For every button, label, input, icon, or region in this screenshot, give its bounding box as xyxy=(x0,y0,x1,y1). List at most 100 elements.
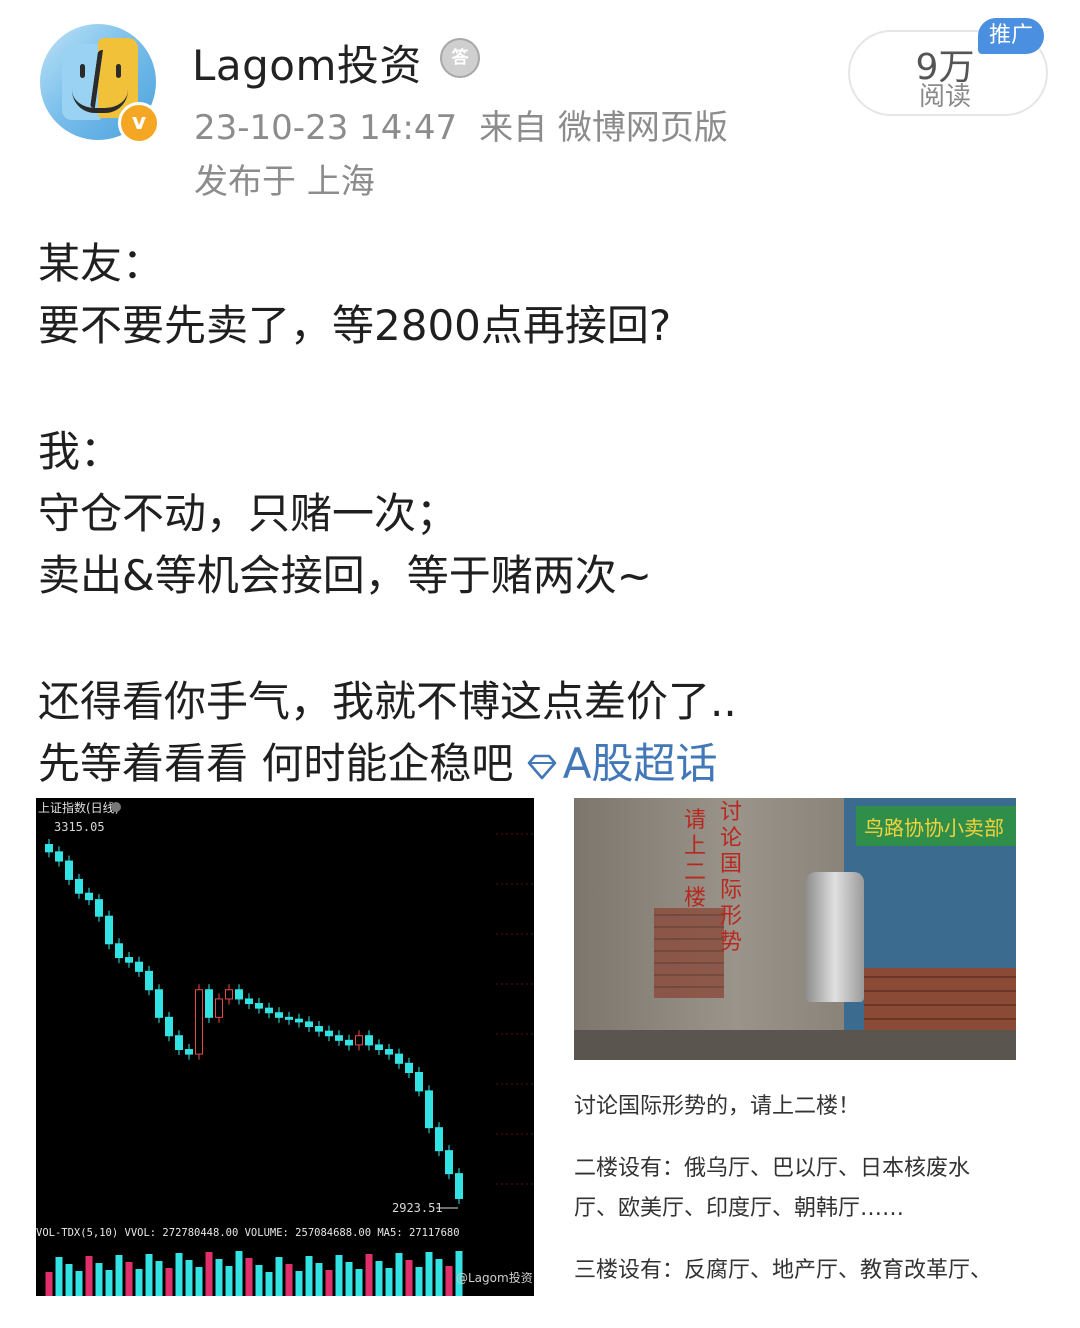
post-line: 还得看你手气，我就不博这点差价了.. xyxy=(38,677,737,726)
candle-body xyxy=(355,1035,363,1046)
photo-caption: 讨论国际形势的，请上二楼！ xyxy=(574,1094,861,1119)
reads-label: 阅读 xyxy=(918,82,971,112)
candle-body xyxy=(415,1072,423,1092)
candle-body xyxy=(165,1016,173,1037)
volume-bar xyxy=(365,1254,373,1296)
post-line: 某友： xyxy=(38,239,165,288)
candle-body xyxy=(75,878,83,894)
volume-bar xyxy=(445,1266,453,1296)
photo-vertical-text: 讨论国际形势 xyxy=(719,800,742,955)
medal-icon[interactable]: 答 xyxy=(440,38,480,78)
verified-badge-icon: v xyxy=(118,102,160,144)
post-meta: 23-10-23 14:47 来自 微博网页版 xyxy=(194,100,728,149)
candle-body xyxy=(285,1016,293,1020)
volume-bar xyxy=(45,1272,53,1296)
candle-body xyxy=(435,1127,443,1152)
super-topic-link[interactable]: A股超话 xyxy=(527,739,718,788)
volume-bar xyxy=(245,1258,253,1296)
candle-body xyxy=(305,1021,313,1028)
photo-shop-sign-text: 鸟路协协小卖部 xyxy=(864,816,1004,840)
volume-bar xyxy=(325,1270,333,1296)
volume-bar xyxy=(285,1264,293,1296)
volume-bar xyxy=(355,1269,363,1296)
volume-bar xyxy=(175,1253,183,1296)
candle-body xyxy=(455,1173,463,1199)
post-line: 我： xyxy=(38,427,123,476)
candle-body xyxy=(375,1044,383,1051)
photo-vertical-text: 请上二楼 xyxy=(683,808,706,911)
candle-body xyxy=(55,851,63,862)
volume-bar xyxy=(385,1268,393,1296)
volume-bar xyxy=(155,1261,163,1296)
candle-body xyxy=(395,1053,403,1064)
candle-body xyxy=(425,1090,433,1129)
volume-bar xyxy=(185,1260,193,1296)
volume-bar xyxy=(95,1263,103,1296)
volume-bar xyxy=(75,1271,83,1296)
candle-body xyxy=(335,1035,343,1041)
candle-body xyxy=(195,989,203,1055)
volume-bar xyxy=(315,1263,323,1296)
volume-bar xyxy=(375,1261,383,1296)
volume-bar xyxy=(395,1253,403,1296)
candle-body xyxy=(95,899,103,917)
volume-bar xyxy=(195,1267,203,1296)
volume-bar xyxy=(425,1252,433,1296)
candle-body xyxy=(155,989,163,1018)
post-line: 先等着看看 何时能企稳吧 xyxy=(38,739,514,788)
super-topic-label: A股超话 xyxy=(562,739,718,788)
candle-body xyxy=(385,1049,393,1055)
post-line: 卖出&等机会接回，等于赌两次~ xyxy=(38,551,652,600)
candle-body xyxy=(265,1007,273,1014)
photo-caption: 三楼设有：反腐厅、地产厅、教育改革厅、 xyxy=(574,1258,993,1283)
post-location: 发布于 上海 xyxy=(194,162,375,202)
photo-caption: 二楼设有：俄乌厅、巴以厅、日本核废水 xyxy=(574,1156,971,1181)
photo-caption: 厅、欧美厅、印度厅、朝韩厅…… xyxy=(574,1196,905,1221)
volume-bar xyxy=(125,1262,133,1296)
candle-body xyxy=(445,1150,453,1175)
candle-body xyxy=(185,1049,193,1055)
super-topic-diamond-icon xyxy=(527,754,557,780)
candle-body xyxy=(85,892,93,901)
candle-body xyxy=(45,843,53,853)
candle-body xyxy=(275,1012,283,1018)
candle-body xyxy=(295,1018,303,1023)
candle-body xyxy=(115,943,123,959)
volume-bar xyxy=(205,1252,213,1296)
candle-body xyxy=(245,998,253,1005)
candle-body xyxy=(205,989,213,1018)
volume-bar xyxy=(145,1254,153,1296)
chart-candles xyxy=(45,838,463,1204)
post-line: 要不要先卖了，等2800点再接回? xyxy=(38,301,672,350)
candle-body xyxy=(365,1035,373,1046)
photo-bricks xyxy=(654,908,724,998)
candle-body xyxy=(315,1026,323,1032)
candle-body xyxy=(105,915,113,945)
candle-body xyxy=(345,1039,353,1046)
volume-bar xyxy=(265,1272,273,1296)
volume-bar xyxy=(405,1260,413,1296)
volume-bar xyxy=(215,1259,223,1296)
volume-bar xyxy=(65,1264,73,1296)
volume-bar xyxy=(85,1256,93,1296)
post-timestamp: 23-10-23 14:47 xyxy=(194,108,458,148)
post-line-last: 先等着看看 何时能企稳吧 A股超话 xyxy=(38,730,717,791)
volume-bar xyxy=(435,1259,443,1296)
candle-body xyxy=(255,1003,263,1009)
candle-body xyxy=(65,860,73,880)
volume-bar xyxy=(295,1271,303,1296)
volume-bar xyxy=(235,1251,243,1296)
avatar-eye xyxy=(80,64,85,78)
candle-body xyxy=(135,961,143,972)
avatar-eye xyxy=(116,64,121,78)
volume-bar xyxy=(415,1267,423,1296)
username[interactable]: Lagom投资 xyxy=(192,32,422,93)
candle-body xyxy=(145,970,153,991)
candle-body xyxy=(125,957,133,963)
candlestick-chart: 上证指数(日线) 3315.05 2923.51 VOL-TDX(5,10) V… xyxy=(36,798,534,1296)
chart-watermark: @Lagom投资 xyxy=(456,1270,533,1285)
volume-bar xyxy=(55,1257,63,1296)
post-image-photo[interactable]: 鸟路协协小卖部 请上二楼 讨论国际形势 xyxy=(574,798,1016,1060)
promo-tag[interactable]: 推广 xyxy=(978,18,1044,54)
post-image-chart[interactable]: 上证指数(日线) 3315.05 2923.51 VOL-TDX(5,10) V… xyxy=(36,798,534,1296)
